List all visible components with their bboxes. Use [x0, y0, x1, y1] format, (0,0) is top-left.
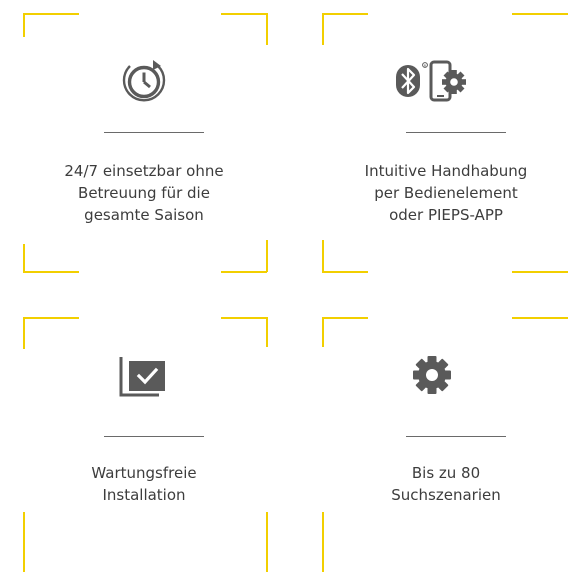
corner-line	[23, 244, 25, 272]
feature-card-suchszenarien: Bis zu 80 Suchszenarien	[288, 286, 576, 572]
feature-grid: 24/7 einsetzbar ohne Betreuung für die g…	[0, 0, 576, 572]
feature-line: Suchszenarien	[391, 486, 501, 504]
divider	[104, 436, 204, 437]
checkbox-icon	[104, 350, 184, 400]
corner-line	[512, 317, 568, 319]
feature-line: 24/7 einsetzbar ohne	[64, 162, 224, 180]
corner-line	[23, 271, 79, 273]
corner-line	[266, 13, 268, 45]
feature-line: oder PIEPS-APP	[389, 206, 503, 224]
feature-line: Bis zu 80	[411, 464, 481, 482]
corner-line	[23, 317, 79, 319]
corner-line	[322, 13, 324, 45]
corner-line	[23, 512, 25, 572]
feature-line: Betreuung für die	[78, 184, 210, 202]
feature-text: Bis zu 80 Suchszenarien	[336, 462, 556, 506]
corner-line	[266, 512, 268, 572]
corner-line	[322, 271, 368, 273]
corner-line	[512, 13, 568, 15]
corner-line	[322, 512, 324, 572]
divider	[406, 436, 506, 437]
feature-text: 24/7 einsetzbar ohne Betreuung für die g…	[34, 160, 254, 226]
feature-line: Installation	[102, 486, 186, 504]
feature-text: Wartungsfreie Installation	[34, 462, 254, 506]
corner-line	[322, 13, 368, 15]
corner-line	[512, 271, 568, 273]
feature-card-wartungsfrei: Wartungsfreie Installation	[0, 286, 288, 572]
corner-line	[23, 13, 79, 15]
divider	[104, 132, 204, 133]
corner-line	[23, 317, 25, 349]
divider	[406, 132, 506, 133]
corner-line	[266, 240, 268, 272]
corner-line	[221, 13, 267, 15]
feature-line: per Bedienelement	[374, 184, 518, 202]
bluetooth-phone-gear-icon: R	[392, 56, 472, 106]
feature-text: Intuitive Handhabung per Bedienelement o…	[336, 160, 556, 226]
corner-line	[266, 317, 268, 347]
corner-line	[221, 271, 267, 273]
feature-line: Wartungsfreie	[91, 464, 197, 482]
gear-icon	[392, 350, 472, 400]
corner-line	[221, 317, 267, 319]
corner-line	[322, 317, 324, 347]
feature-line: Intuitive Handhabung	[364, 162, 528, 180]
clock-refresh-icon	[104, 56, 184, 106]
feature-card-handhabung: R Intuitive Handhabung per Bedienelement…	[288, 0, 576, 286]
corner-line	[322, 240, 324, 272]
corner-line	[322, 317, 368, 319]
corner-line	[23, 13, 25, 37]
feature-card-24-7: 24/7 einsetzbar ohne Betreuung für die g…	[0, 0, 288, 286]
feature-line: gesamte Saison	[84, 206, 204, 224]
